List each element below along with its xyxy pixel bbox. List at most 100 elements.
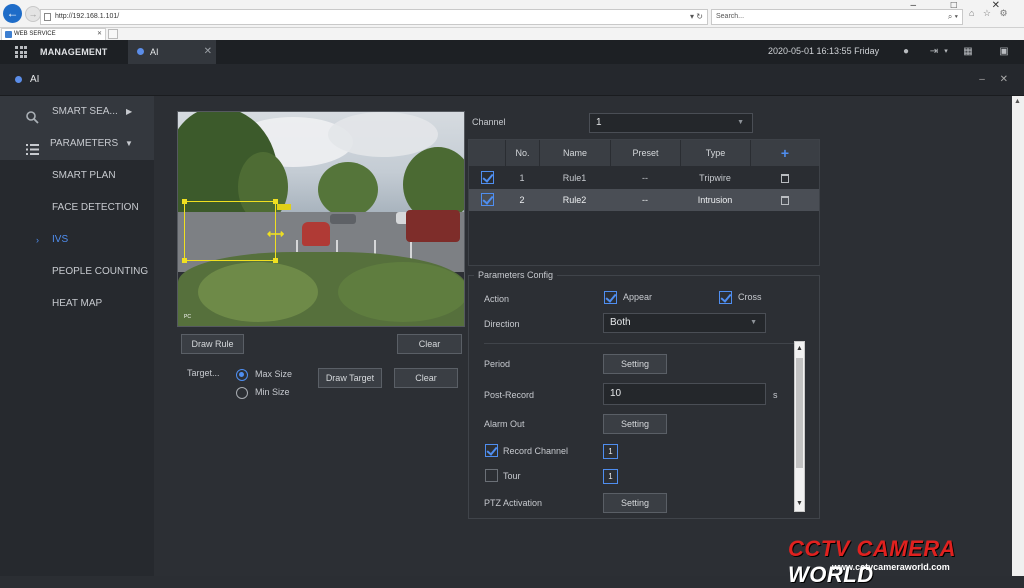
rule-type: Tripwire [699,173,731,183]
draw-rule-button[interactable]: Draw Rule [181,334,244,354]
back-button[interactable]: ← [3,4,22,23]
delete-icon[interactable] [781,196,789,205]
window-controls[interactable]: – □ ✕ [910,0,1016,11]
rule-label-tag [277,204,291,210]
page-icon [44,13,51,21]
sidebar-item-heat-map[interactable]: HEAT MAP [0,288,154,320]
record-channel-label: Record Channel [503,446,569,456]
draw-target-button[interactable]: Draw Target [318,368,382,388]
qr-icon[interactable]: ▦ [962,46,974,58]
rule-name: Rule1 [562,173,587,183]
column-header-no: No. [505,140,539,166]
channel-label: Channel [472,117,506,127]
direction-value: Both [610,317,631,328]
apps-grid-icon[interactable] [15,46,27,58]
period-setting-button[interactable]: Setting [603,354,667,374]
scroll-thumb[interactable] [796,358,803,468]
column-header-name: Name [539,140,610,166]
sidebar-item-label: IVS [52,234,69,245]
divider [484,343,794,344]
sidebar-item-label: PEOPLE COUNTING [52,266,149,277]
intrusion-rule-area[interactable] [182,199,278,263]
clear-rule-button[interactable]: Clear [397,334,462,354]
address-text: http://192.168.1.101/ [55,13,120,20]
sidebar-item-parameters[interactable]: PARAMETERS ▼ [0,128,154,160]
refresh-icon[interactable]: ▾ ↻ [690,10,703,24]
sidebar-item-face-detection[interactable]: FACE DETECTION [0,192,154,224]
appear-checkbox[interactable] [604,291,617,304]
post-record-unit: s [773,390,778,400]
rule-preset: -- [642,195,648,205]
sidebar-item-people-counting[interactable]: PEOPLE COUNTING [0,256,154,288]
address-bar[interactable]: http://192.168.1.101/ ▾ ↻ [40,9,708,25]
min-size-radio[interactable] [236,387,248,399]
rule-enable-checkbox[interactable] [481,193,494,206]
record-channel-checkbox[interactable] [485,444,498,457]
page-scrollbar[interactable]: ▲ [1012,96,1024,576]
tab-close-icon[interactable]: ✕ [97,29,102,40]
browser-search-input[interactable]: Search... ⌕ ▾ [711,9,963,25]
appear-label: Appear [623,292,653,302]
monitor-icon[interactable]: ▣ [998,46,1010,58]
close-icon[interactable]: ✕ [204,40,212,64]
params-scrollbar[interactable]: ▲ ▼ [794,341,805,512]
datetime-display: 2020-05-01 16:13:55 Friday [768,46,880,56]
channel-select[interactable]: 1 ▼ [589,113,753,133]
sidebar-item-smart-plan[interactable]: SMART PLAN [0,160,154,192]
rule-name: Rule2 [562,195,587,205]
page-title: AI [30,74,40,85]
scroll-up-icon[interactable]: ▲ [795,342,804,356]
logout-icon[interactable]: ⇥ [928,46,940,58]
management-menu[interactable]: MANAGEMENT [40,40,108,64]
sidebar-item-label: HEAT MAP [52,298,103,309]
tour-button[interactable]: 1 [603,469,618,484]
record-channel-button[interactable]: 1 [603,444,618,459]
ai-dot-icon [137,48,144,55]
channel-value: 1 [596,117,602,128]
rule-enable-checkbox[interactable] [481,171,494,184]
page-subheader: AI – ✕ [0,64,1024,96]
delete-icon[interactable] [781,174,789,183]
max-size-label: Max Size [255,369,293,379]
scroll-down-icon[interactable]: ▼ [795,497,804,511]
sidebar-item-label: PARAMETERS [50,138,119,149]
browser-tab[interactable]: WEB SERVICE ✕ [1,28,106,40]
direction-select[interactable]: Both ▼ [603,313,766,333]
table-row[interactable]: 1 Rule1 -- Tripwire [469,167,819,189]
tab-ai[interactable]: AI ✕ [128,40,216,64]
panel-controls[interactable]: – ✕ [979,64,1014,96]
brand-watermark: CCTV CAMERA WORLD www.cctvcameraworld.co… [788,536,1024,587]
ptz-setting-button[interactable]: Setting [603,493,667,513]
add-rule-button[interactable]: + [750,140,819,166]
browser-tab-strip: WEB SERVICE ✕ [0,28,1024,40]
target-label: Target... [187,368,220,378]
tour-checkbox[interactable] [485,469,498,482]
table-row[interactable]: 2 Rule2 -- Intrusion [469,189,819,211]
browser-toolbar: ← → http://192.168.1.101/ ▾ ↻ Search... … [0,0,1024,28]
column-header-type: Type [680,140,750,166]
chevron-down-icon[interactable]: ▾ [940,46,952,58]
table-header: No. Name Preset Type + [469,140,819,166]
cross-checkbox[interactable] [719,291,732,304]
post-record-input[interactable]: 10 [603,383,766,405]
clear-target-button[interactable]: Clear [394,368,458,388]
chevron-down-icon: ▼ [124,139,133,148]
post-record-label: Post-Record [484,390,535,400]
search-icon[interactable]: ⌕ ▾ [948,10,958,24]
max-size-radio[interactable] [236,369,248,381]
sidebar-item-smart-search[interactable]: SMART SEA... ▶ [0,96,154,128]
tab-label: WEB SERVICE [14,31,56,37]
alarm-out-setting-button[interactable]: Setting [603,414,667,434]
new-tab-button[interactable] [108,29,118,39]
sidebar-item-ivs[interactable]: › IVS [0,224,154,256]
scroll-up-icon[interactable]: ▲ [1014,98,1021,105]
tab-favicon-icon [5,31,12,38]
rule-no: 2 [519,195,525,205]
chevron-right-icon: › [36,235,39,245]
user-icon[interactable]: ● [900,46,912,58]
move-arrows-icon[interactable]: ⟷ [267,227,284,241]
search-placeholder: Search... [716,13,745,20]
forward-button[interactable]: → [25,6,41,22]
column-header-preset: Preset [610,140,680,166]
sidebar-item-label: FACE DETECTION [52,202,139,213]
